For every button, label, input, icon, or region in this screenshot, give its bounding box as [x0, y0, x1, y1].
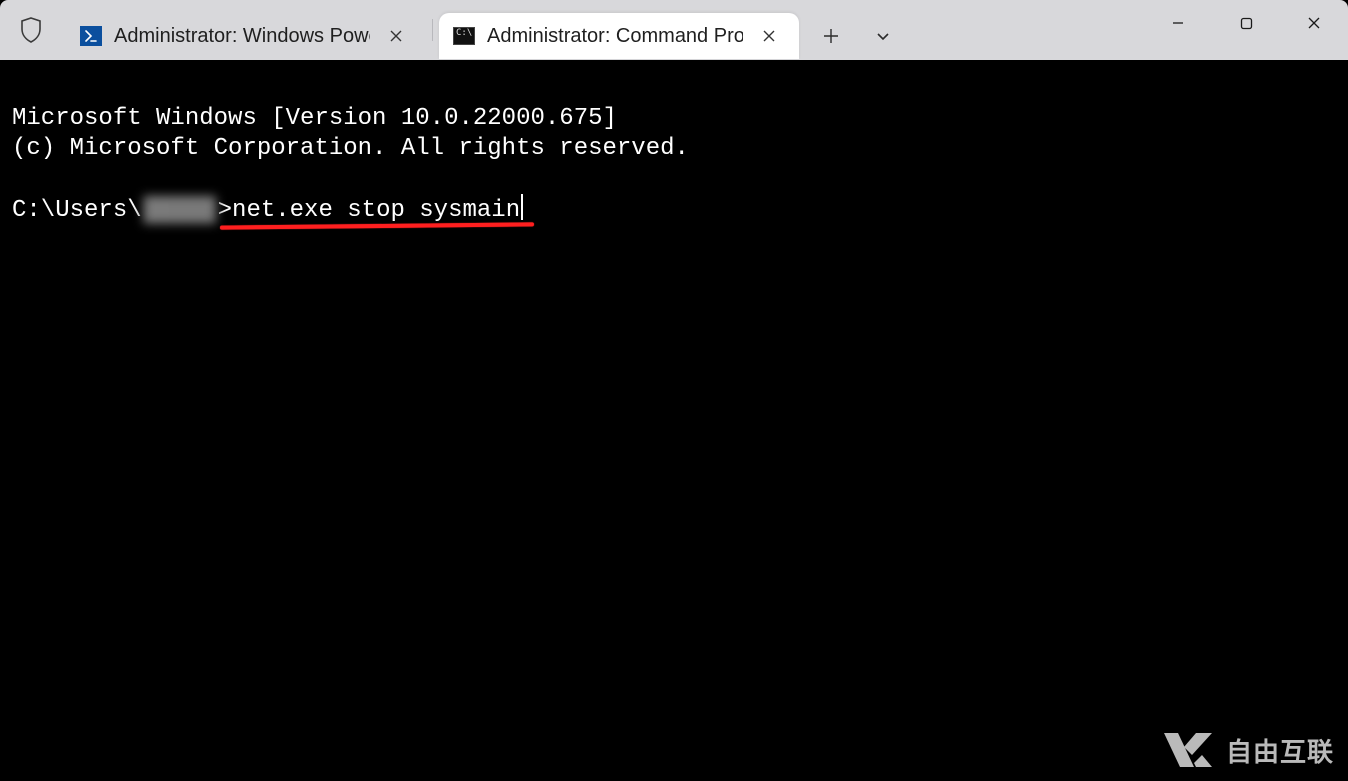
- watermark: 自由互联: [1162, 729, 1334, 771]
- titlebar-left: Administrator: Windows Powe C:\ Administ…: [0, 0, 799, 60]
- terminal-viewport[interactable]: Microsoft Windows [Version 10.0.22000.67…: [0, 60, 1348, 781]
- cmd-icon: C:\: [453, 26, 475, 46]
- prompt-prefix: C:\Users\: [12, 197, 142, 224]
- close-button[interactable]: [1280, 0, 1348, 46]
- powershell-icon: [80, 26, 102, 46]
- terminal-banner-line: Microsoft Windows [Version 10.0.22000.67…: [12, 105, 617, 132]
- terminal-prompt-line: C:\Users\█████>net.exe stop sysmain: [12, 194, 523, 226]
- prompt-suffix: >: [218, 197, 232, 224]
- shield-icon: [18, 15, 44, 45]
- titlebar: Administrator: Windows Powe C:\ Administ…: [0, 0, 1348, 60]
- tab-close-button[interactable]: [382, 22, 410, 50]
- watermark-text: 自由互联: [1226, 732, 1334, 769]
- tab-command-prompt[interactable]: C:\ Administrator: Command Pro: [439, 13, 799, 59]
- tab-separator: [432, 19, 433, 41]
- tab-title: Administrator: Windows Powe: [114, 25, 370, 48]
- minimize-button[interactable]: [1144, 0, 1212, 46]
- maximize-button[interactable]: [1212, 0, 1280, 46]
- text-cursor: [521, 194, 523, 220]
- tab-powershell[interactable]: Administrator: Windows Powe: [66, 13, 426, 59]
- typed-command: net.exe stop sysmain: [232, 197, 520, 224]
- watermark-logo-icon: [1162, 729, 1216, 771]
- tab-title: Administrator: Command Pro: [487, 25, 743, 48]
- tab-dropdown-button[interactable]: [859, 13, 907, 59]
- terminal-banner-line: (c) Microsoft Corporation. All rights re…: [12, 135, 689, 162]
- new-tab-button[interactable]: [803, 13, 859, 59]
- prompt-username-redacted: █████: [142, 196, 218, 226]
- window-controls: [1144, 0, 1348, 60]
- tab-close-button[interactable]: [755, 22, 783, 50]
- titlebar-right: [803, 0, 1348, 60]
